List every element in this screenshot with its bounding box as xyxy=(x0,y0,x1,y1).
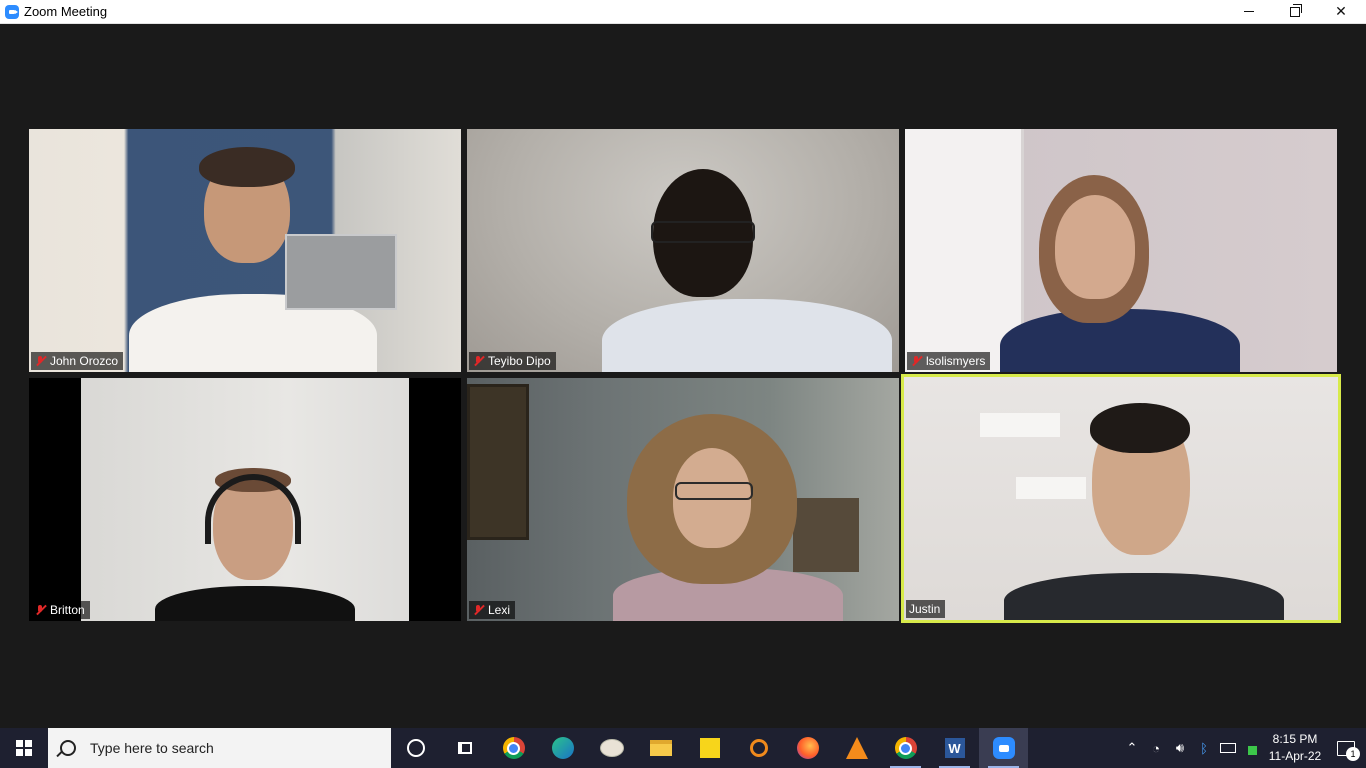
participant-name-tag: Justin xyxy=(906,600,946,618)
clock-date: 11-Apr-22 xyxy=(1268,749,1322,763)
participant-name: Britton xyxy=(50,603,85,617)
participant-tile-justin[interactable]: Justin xyxy=(901,374,1341,623)
bluetooth-icon[interactable]: ᛒ xyxy=(1192,728,1216,768)
taskbar-file-explorer[interactable] xyxy=(636,728,685,768)
close-button[interactable]: ✕ xyxy=(1318,0,1364,23)
video-gallery: John Orozco Teyibo Dipo lsolismyers Brit… xyxy=(0,24,1366,728)
participant-tile-lexi[interactable]: Lexi xyxy=(467,378,899,621)
search-app-icon xyxy=(749,739,768,757)
window-title: Zoom Meeting xyxy=(24,4,108,19)
participant-video xyxy=(29,378,461,621)
participant-name-tag: Britton xyxy=(31,601,90,619)
notification-count-badge: 1 xyxy=(1346,747,1360,761)
system-tray: ⌃ ◔ 🔊︎ ᛒ 8:15 PM 11-Apr-22 1 xyxy=(1120,728,1366,768)
taskbar-vlc[interactable] xyxy=(832,728,881,768)
sticky-notes-icon xyxy=(699,738,720,758)
taskbar-chrome-canary[interactable] xyxy=(881,728,930,768)
battery-icon[interactable] xyxy=(1216,728,1240,768)
taskbar-clock[interactable]: 8:15 PM 11-Apr-22 xyxy=(1264,731,1326,765)
restore-button[interactable] xyxy=(1272,0,1318,23)
minimize-button[interactable] xyxy=(1226,0,1272,23)
taskbar-chrome[interactable] xyxy=(489,728,538,768)
participant-video xyxy=(29,129,461,372)
zoom-app-icon xyxy=(5,4,19,19)
participant-name: Justin xyxy=(909,602,941,616)
mic-muted-icon xyxy=(34,355,46,367)
taskbar-edge[interactable] xyxy=(538,728,587,768)
participant-video xyxy=(467,378,899,621)
network-icon[interactable]: ◔ xyxy=(1144,728,1168,768)
volume-icon[interactable]: 🔊︎ xyxy=(1168,728,1192,768)
participant-tile-lsolismyers[interactable]: lsolismyers xyxy=(905,129,1337,372)
edge-icon xyxy=(551,737,574,759)
chrome-icon xyxy=(502,737,525,759)
clock-time: 8:15 PM xyxy=(1272,732,1318,746)
mic-muted-icon xyxy=(910,355,922,367)
zoom-icon xyxy=(992,737,1015,759)
word-icon: W xyxy=(944,738,965,758)
task-view-button[interactable] xyxy=(440,728,489,768)
windows-taskbar: Type here to search W ⌃ ◔ 🔊︎ ᛒ 8:15 PM 1… xyxy=(0,728,1366,768)
mic-muted-icon xyxy=(472,604,484,616)
title-bar: Zoom Meeting ✕ xyxy=(0,0,1366,24)
participant-tile-john-orozco[interactable]: John Orozco xyxy=(29,129,461,372)
search-icon xyxy=(60,740,76,756)
participant-name: John Orozco xyxy=(50,354,119,368)
action-center-button[interactable]: 1 xyxy=(1326,728,1366,768)
task-view-icon xyxy=(457,742,472,754)
paint-icon xyxy=(599,739,624,757)
taskbar-search-box[interactable]: Type here to search xyxy=(48,728,391,768)
participant-name-tag: Lexi xyxy=(469,601,516,619)
search-placeholder: Type here to search xyxy=(90,740,214,756)
participant-name: Teyibo Dipo xyxy=(488,354,551,368)
mic-muted-icon xyxy=(34,604,46,616)
cortana-icon xyxy=(406,739,425,757)
windows-logo-icon xyxy=(16,740,32,756)
taskbar-paint[interactable] xyxy=(587,728,636,768)
cortana-button[interactable] xyxy=(391,728,440,768)
taskbar-sticky-notes[interactable] xyxy=(685,728,734,768)
chrome-canary-icon xyxy=(894,737,917,759)
show-hidden-icons-chevron-icon[interactable]: ⌃ xyxy=(1120,728,1144,768)
participant-name-tag: lsolismyers xyxy=(907,352,991,370)
vlc-icon xyxy=(845,737,868,759)
participant-tile-teyibo-dipo[interactable]: Teyibo Dipo xyxy=(467,129,899,372)
file-explorer-icon xyxy=(649,740,672,756)
participant-video xyxy=(467,129,899,372)
participant-tile-britton[interactable]: Britton xyxy=(29,378,461,621)
taskbar-word[interactable]: W xyxy=(930,728,979,768)
participant-name: lsolismyers xyxy=(926,354,986,368)
participant-name-tag: John Orozco xyxy=(31,352,124,370)
participant-name-tag: Teyibo Dipo xyxy=(469,352,556,370)
firefox-icon xyxy=(796,737,819,759)
start-button[interactable] xyxy=(0,728,48,768)
taskbar-zoom[interactable] xyxy=(979,728,1028,768)
taskbar-search-app[interactable] xyxy=(734,728,783,768)
participant-video xyxy=(905,129,1337,372)
participant-video xyxy=(904,377,1338,620)
mic-muted-icon xyxy=(472,355,484,367)
security-lock-icon[interactable] xyxy=(1240,728,1264,768)
participant-name: Lexi xyxy=(488,603,511,617)
taskbar-firefox[interactable] xyxy=(783,728,832,768)
